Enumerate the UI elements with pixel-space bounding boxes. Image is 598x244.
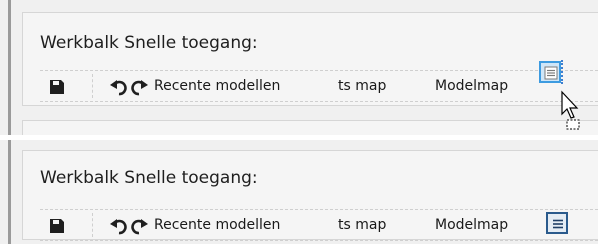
undo-icon[interactable] [110,78,128,96]
menu-button-placed[interactable] [546,212,568,234]
toolbar-separator [92,213,93,237]
quick-access-label: Werkbalk Snelle toegang: [40,33,258,53]
mouse-cursor-icon [561,90,580,130]
recent-models-button[interactable]: Recente modellen [154,78,280,94]
ts-map-button[interactable]: ts map [338,217,386,233]
quick-access-panel-dragging: Werkbalk Snelle toegang: Recente modelle… [0,0,598,135]
model-map-button[interactable]: Modelmap [435,217,508,233]
drop-position-marker [561,60,566,84]
ts-map-button[interactable]: ts map [338,78,386,94]
recent-models-button[interactable]: Recente modellen [154,217,280,233]
toolbar-separator [92,74,93,98]
model-map-button[interactable]: Modelmap [435,78,508,94]
quick-access-label: Werkbalk Snelle toegang: [40,168,258,188]
quick-access-group: Werkbalk Snelle toegang: Recente modelle… [22,12,598,106]
menu-lines-icon [553,219,563,229]
menu-button-dragging[interactable] [539,61,561,83]
undo-icon[interactable] [110,217,128,235]
panel-next-group [22,120,598,135]
drag-move-icon [566,119,580,130]
save-icon[interactable] [48,78,66,96]
save-icon[interactable] [48,217,66,235]
redo-icon[interactable] [130,78,148,96]
menu-lines-icon [544,66,558,80]
quick-access-group: Werkbalk Snelle toegang: Recente modelle… [22,150,598,241]
quick-access-toolbar: Recente modellen ts map Modelmap [40,209,598,241]
quick-access-panel-dropped: Werkbalk Snelle toegang: Recente modelle… [0,140,598,244]
panel-left-bar [8,0,11,135]
quick-access-toolbar: Recente modellen ts map Modelmap [40,70,598,102]
redo-icon[interactable] [130,217,148,235]
panel-left-bar [8,140,11,244]
